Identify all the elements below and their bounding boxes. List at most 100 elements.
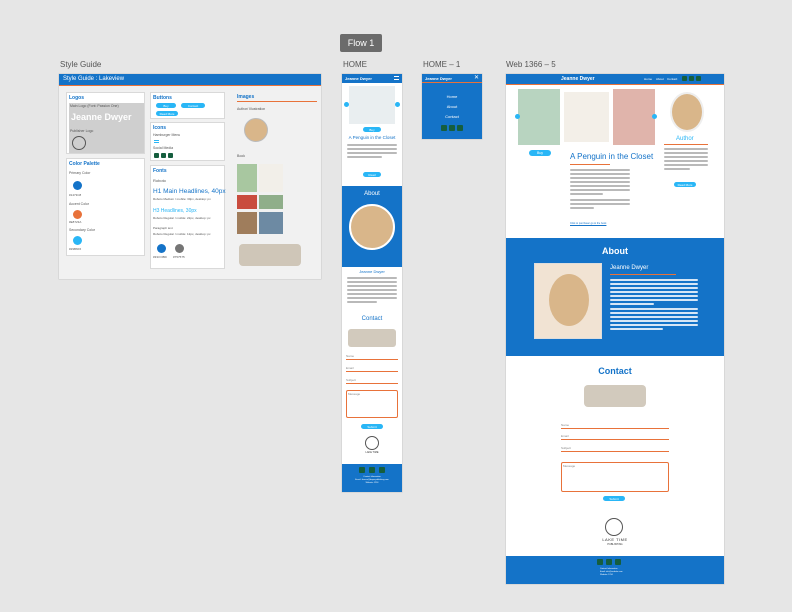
web-name-field[interactable]: Name — [561, 423, 669, 429]
fonts-card: Fonts Roboto H1 Main Headlines, 40px Rob… — [150, 165, 226, 269]
menu-instagram-icon[interactable] — [457, 125, 463, 131]
frame-label-home[interactable]: HOME — [343, 60, 367, 69]
web-footer-facebook-icon[interactable] — [597, 559, 603, 565]
para-caption: Roboto Regular / mobile: 12px, desktop: … — [153, 232, 211, 236]
web-author-rule — [664, 144, 708, 145]
frame-label-web[interactable]: Web 1366 – 5 — [506, 60, 556, 69]
menu-item-home[interactable]: Home — [422, 94, 482, 99]
web-footer-twitter-icon[interactable] — [606, 559, 612, 565]
web-header: Jeanne Dwyer Home About Contact — [506, 74, 724, 84]
mobile-publisher-text: LAKE TIME — [365, 451, 379, 454]
web-facebook-icon[interactable] — [682, 76, 687, 81]
logos-card: Logos Main Logo (Font: Passion One) Jean… — [66, 92, 145, 154]
sample-buy-button[interactable]: Buy — [156, 103, 176, 108]
menu-item-about[interactable]: About — [422, 104, 482, 109]
color-palette-card: Color Palette Primary Color #1473C8 Acce… — [66, 158, 145, 256]
web-about-title: About — [602, 246, 628, 256]
mobile-book-description — [347, 144, 397, 160]
sample-read-more-button[interactable]: Read More — [156, 111, 178, 116]
mobile-book-carousel[interactable] — [349, 86, 395, 124]
web-twitter-icon[interactable] — [689, 76, 694, 81]
menu-twitter-icon[interactable] — [449, 125, 455, 131]
web-artboard[interactable]: Jeanne Dwyer Home About Contact Buy A Pe… — [506, 74, 724, 584]
web-book-title: A Penguin in the Closet — [570, 152, 654, 161]
logo-preview: Main Logo (Font: Passion One) Jeanne Dwy… — [69, 103, 144, 153]
menu-brand: Jeanne Dwyer — [425, 76, 452, 81]
instagram-icon — [168, 153, 173, 158]
mobile-footer-line-3: Website: 1234 — [365, 482, 379, 485]
mobile-book-title: A Penguin in the Closet — [348, 135, 396, 140]
twitter-icon — [161, 153, 166, 158]
color-palette-title: Color Palette — [69, 161, 100, 167]
mobile-instagram-icon[interactable] — [379, 467, 385, 473]
book-illustration-2 — [259, 164, 283, 192]
mobile-home-artboard[interactable]: Jeanne Dwyer Buy A Penguin in the Closet… — [342, 74, 402, 492]
web-book-image-2 — [564, 92, 609, 142]
author-photo — [244, 118, 268, 142]
swatch-label-dark: #333 DBD — [153, 255, 167, 259]
mobile-email-field[interactable]: Email — [346, 366, 398, 372]
author-illustration-label: Author/ Illustration — [237, 107, 266, 111]
nav-contact[interactable]: Contact — [667, 77, 677, 81]
hamburger-icon[interactable] — [394, 76, 399, 80]
carousel-prev-icon[interactable] — [344, 102, 349, 107]
publisher-logo-label: Publisher Logo — [70, 129, 94, 133]
swatch-label-grey: #757575 — [173, 255, 185, 259]
web-about-rule — [610, 274, 676, 275]
mobile-subject-field[interactable]: Subject — [346, 378, 398, 384]
book-illustration-3 — [237, 195, 257, 209]
sample-contact-button[interactable]: Contact — [181, 103, 205, 108]
mobile-submit-button[interactable]: Submit — [361, 424, 383, 429]
facebook-icon — [154, 153, 159, 158]
web-brand: Jeanne Dwyer — [561, 76, 595, 82]
nav-home[interactable]: Home — [644, 77, 652, 81]
mobile-twitter-icon[interactable] — [369, 467, 375, 473]
icons-card: Icons Hamburger Menu Social Media — [150, 122, 225, 161]
web-publisher-text: LAKE TIME — [602, 537, 628, 542]
flow-badge[interactable]: Flow 1 — [340, 34, 382, 52]
mobile-brand: Jeanne Dwyer — [345, 76, 372, 81]
menu-item-contact[interactable]: Contact — [422, 114, 482, 119]
web-footer-line-3: Website: 1234 — [600, 574, 613, 577]
web-instagram-icon[interactable] — [696, 76, 701, 81]
mobile-footer: Contact Information Email: Jeanne@dwyerp… — [342, 464, 402, 492]
web-buy-button[interactable]: Buy — [529, 150, 551, 156]
frame-label-style-guide[interactable]: Style Guide — [60, 60, 101, 69]
mobile-menu-artboard[interactable]: Jeanne Dwyer ✕ Home About Contact — [422, 74, 482, 139]
primary-hex: #1473C8 — [69, 193, 82, 197]
menu-facebook-icon[interactable] — [441, 125, 447, 131]
mobile-message-field[interactable]: Message — [346, 390, 398, 418]
mobile-header: Jeanne Dwyer — [342, 74, 402, 83]
web-subject-field[interactable]: Subject — [561, 446, 669, 452]
nav-about[interactable]: About — [656, 77, 664, 81]
primary-swatch — [73, 181, 82, 190]
header-rule — [59, 85, 321, 86]
style-guide-header: Style Guide : Lakeview — [59, 74, 321, 85]
web-about-photo-portrait — [549, 274, 589, 326]
web-carousel-next-icon[interactable] — [652, 114, 657, 119]
style-guide-artboard[interactable]: Style Guide : Lakeview Logos Main Logo (… — [59, 74, 321, 279]
publisher-logo-icon — [72, 136, 86, 150]
mobile-buy-button[interactable]: Buy — [363, 127, 381, 132]
web-message-field[interactable]: Message — [561, 462, 669, 492]
text-color-swatch-grey — [175, 244, 184, 253]
main-logo: Jeanne Dwyer — [71, 112, 132, 122]
mobile-author-name: Jeanne Dwyer — [359, 269, 385, 274]
close-icon[interactable]: ✕ — [474, 74, 479, 81]
frame-label-home-1[interactable]: HOME – 1 — [423, 60, 460, 69]
mobile-facebook-icon[interactable] — [359, 467, 365, 473]
web-submit-button[interactable]: Submit — [603, 496, 625, 501]
mobile-read-button[interactable]: Read — [363, 172, 381, 177]
carousel-next-icon[interactable] — [395, 102, 400, 107]
accent-hex: #E8723A — [69, 220, 82, 224]
web-carousel-prev-icon[interactable] — [515, 114, 520, 119]
accent-label: Accent Color — [69, 202, 90, 206]
mobile-name-field[interactable]: Name — [346, 354, 398, 360]
web-footer-instagram-icon[interactable] — [615, 559, 621, 565]
web-email-field[interactable]: Email — [561, 434, 669, 440]
images-title: Images — [237, 94, 255, 100]
web-purchase-link[interactable]: Click to purchase/ go to the book — [570, 222, 606, 225]
web-read-more-button[interactable]: Read More — [674, 182, 696, 187]
para-label: Paragraph text — [153, 226, 173, 230]
web-header-rule — [506, 84, 724, 85]
